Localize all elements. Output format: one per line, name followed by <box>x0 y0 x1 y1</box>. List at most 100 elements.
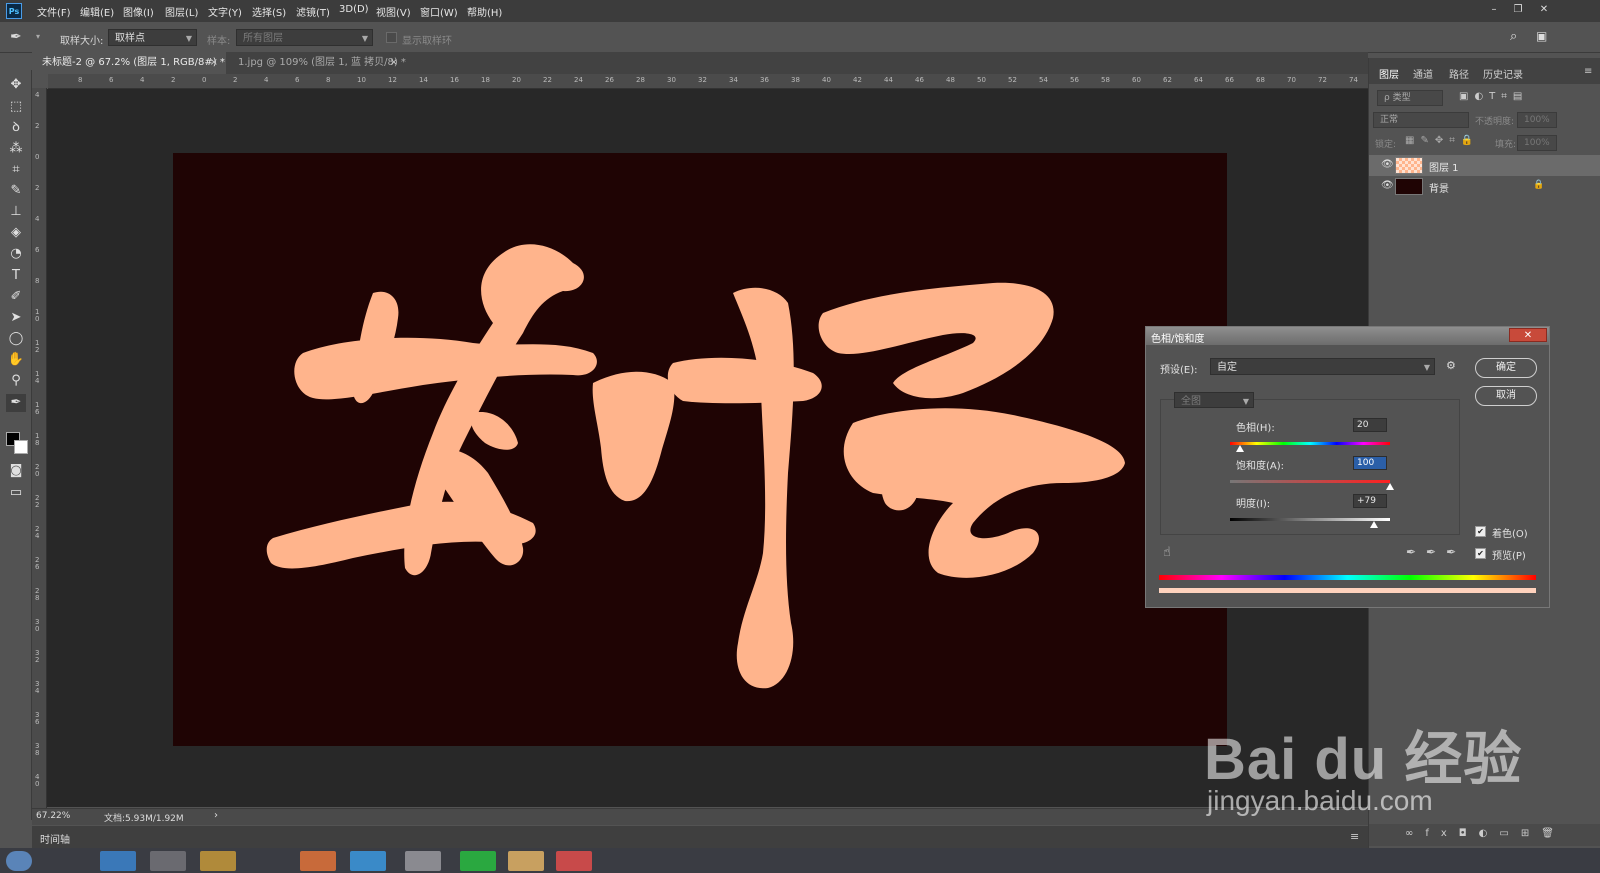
document-canvas[interactable] <box>173 153 1227 746</box>
hand-tool-icon[interactable]: ✋ <box>6 351 26 369</box>
close-icon[interactable]: × <box>390 52 398 74</box>
type-tool-icon[interactable]: T <box>6 267 26 285</box>
eyedropper-icons[interactable]: ✒✒✒ <box>1406 545 1466 559</box>
move-tool-icon[interactable]: ✥ <box>6 76 26 94</box>
preset-select[interactable]: 自定 ▼ <box>1210 358 1435 375</box>
saturation-slider-thumb[interactable] <box>1386 483 1394 490</box>
preview-checkbox[interactable]: ✔ <box>1475 548 1486 559</box>
zoom-tool-icon[interactable]: ⚲ <box>6 372 26 390</box>
taskbar-app-icon[interactable] <box>100 851 136 871</box>
status-menu-arrow-icon[interactable]: › <box>214 810 218 821</box>
quick-select-tool-icon[interactable]: ⁂ <box>6 140 26 158</box>
channel-select[interactable]: 全图 ▼ <box>1174 392 1254 408</box>
blend-mode-select[interactable]: 正常 <box>1373 112 1469 128</box>
start-button-icon[interactable] <box>6 851 32 871</box>
menu-select[interactable]: 选择(S) <box>252 4 286 19</box>
path-select-tool-icon[interactable]: ➤ <box>6 309 26 327</box>
dodge-tool-icon[interactable]: ◔ <box>6 245 26 263</box>
eye-icon[interactable]: 👁 <box>1381 180 1394 191</box>
lock-icons[interactable]: ▦✎✥⌗🔒 <box>1405 135 1479 146</box>
dialog-title-bar[interactable]: 色相/饱和度 ✕ <box>1146 327 1549 345</box>
quick-mask-icon[interactable]: ◙ <box>6 462 26 480</box>
layer-action-icons[interactable]: ∞fx◘◐▭⊞🗑 <box>1405 828 1566 839</box>
sample-size-select[interactable]: 取样点 ▼ <box>108 29 197 46</box>
layer-filter-icons[interactable]: ▣◐T⌗▤ <box>1459 91 1528 102</box>
hand-adjust-icon[interactable]: ☝ <box>1163 545 1171 560</box>
ellipse-tool-icon[interactable]: ◯ <box>6 330 26 348</box>
menu-view[interactable]: 视图(V) <box>376 4 411 19</box>
taskbar-app-icon[interactable] <box>556 851 592 871</box>
pen-tool-icon[interactable]: ✐ <box>6 288 26 306</box>
tool-preset-chevron-icon[interactable]: ▾ <box>36 32 40 41</box>
ruler-tick: 32 <box>698 76 707 84</box>
close-window-icon[interactable]: ✕ <box>1534 3 1554 17</box>
panel-menu-icon[interactable]: ≡ <box>1584 66 1592 77</box>
tab-document[interactable]: 1.jpg @ 109% (图层 1, 蓝 拷贝/8) * × <box>228 52 406 74</box>
tab-channels[interactable]: 通道 <box>1413 66 1433 81</box>
eyedropper-tool-icon[interactable]: ✒ <box>6 394 26 412</box>
menu-filter[interactable]: 滤镜(T) <box>296 4 330 19</box>
close-icon[interactable]: × <box>210 52 218 74</box>
taskbar-app-icon[interactable] <box>460 851 496 871</box>
menu-window[interactable]: 窗口(W) <box>420 4 458 19</box>
cancel-button[interactable]: 取消 <box>1475 386 1537 406</box>
panel-menu-icon[interactable]: ≡ <box>1350 830 1359 843</box>
tab-document-active[interactable]: 未标题-2 @ 67.2% (图层 1, RGB/8#) * × <box>32 52 226 74</box>
menu-type[interactable]: 文字(Y) <box>208 4 242 19</box>
marquee-tool-icon[interactable]: ⬚ <box>6 98 26 116</box>
ruler-tick: 22 <box>543 76 552 84</box>
hue-slider-thumb[interactable] <box>1235 445 1244 452</box>
layer-filter-select[interactable]: ρ 类型 <box>1377 90 1443 106</box>
menu-help[interactable]: 帮助(H) <box>467 4 502 19</box>
restore-icon[interactable]: ❐ <box>1508 3 1528 17</box>
taskbar-app-icon[interactable] <box>300 851 336 871</box>
ok-button[interactable]: 确定 <box>1475 358 1537 378</box>
menu-file[interactable]: 文件(F) <box>37 4 71 19</box>
close-icon[interactable]: ✕ <box>1509 328 1547 342</box>
eye-icon[interactable]: 👁 <box>1381 159 1394 170</box>
layer-row-layer1[interactable]: 👁 图层 1 <box>1369 155 1600 176</box>
minimize-icon[interactable]: – <box>1484 3 1504 17</box>
eraser-tool-icon[interactable]: ◈ <box>6 224 26 242</box>
taskbar-app-icon[interactable] <box>150 851 186 871</box>
lasso-tool-icon[interactable]: ꝺ <box>6 119 26 137</box>
eyedropper-tool-icon[interactable]: ✒ <box>10 29 22 45</box>
layer-row-background[interactable]: 👁 背景 🔒 <box>1369 176 1600 197</box>
menu-edit[interactable]: 编辑(E) <box>80 4 114 19</box>
layers-footer: ∞fx◘◐▭⊞🗑 <box>1369 824 1600 846</box>
show-ring-checkbox[interactable] <box>386 32 397 43</box>
stamp-tool-icon[interactable]: ⊥ <box>6 203 26 221</box>
colorize-checkbox[interactable]: ✔ <box>1475 526 1486 537</box>
tab-paths[interactable]: 路径 <box>1449 66 1469 81</box>
timeline-tab[interactable]: 时间轴 <box>40 831 70 846</box>
opacity-field[interactable]: 100% <box>1517 112 1557 128</box>
search-icon[interactable]: ⌕ <box>1510 29 1517 44</box>
menu-layer[interactable]: 图层(L) <box>165 4 198 19</box>
taskbar-app-icon[interactable] <box>350 851 386 871</box>
background-color-swatch[interactable] <box>14 440 28 454</box>
taskbar-app-icon[interactable] <box>508 851 544 871</box>
hue-slider[interactable] <box>1230 442 1390 445</box>
gear-icon[interactable]: ⚙ <box>1446 359 1456 372</box>
crop-tool-icon[interactable]: ⌗ <box>6 161 26 179</box>
taskbar-app-icon[interactable] <box>200 851 236 871</box>
zoom-level[interactable]: 67.22% <box>36 811 70 821</box>
ruler-tick: 16 <box>450 76 459 84</box>
saturation-input[interactable]: 100 <box>1353 456 1387 470</box>
lightness-slider-thumb[interactable] <box>1370 521 1378 528</box>
tab-history[interactable]: 历史记录 <box>1483 66 1523 81</box>
menu-image[interactable]: 图像(I) <box>123 4 154 19</box>
screen-mode-icon[interactable]: ▭ <box>6 484 26 502</box>
lightness-input[interactable]: +79 <box>1353 494 1387 508</box>
hue-input[interactable]: 20 <box>1353 418 1387 432</box>
workspace-icon[interactable]: ▣ <box>1536 29 1547 43</box>
tab-layers[interactable]: 图层 <box>1379 66 1399 81</box>
menu-3d[interactable]: 3D(D) <box>339 4 369 15</box>
brush-tool-icon[interactable]: ✎ <box>6 182 26 200</box>
chevron-down-icon: ▼ <box>185 34 192 43</box>
lightness-slider[interactable] <box>1230 518 1390 521</box>
fill-field[interactable]: 100% <box>1517 135 1557 151</box>
taskbar-app-icon[interactable] <box>405 851 441 871</box>
saturation-slider[interactable] <box>1230 480 1390 483</box>
sample-select[interactable]: 所有图层 ▼ <box>236 29 373 46</box>
